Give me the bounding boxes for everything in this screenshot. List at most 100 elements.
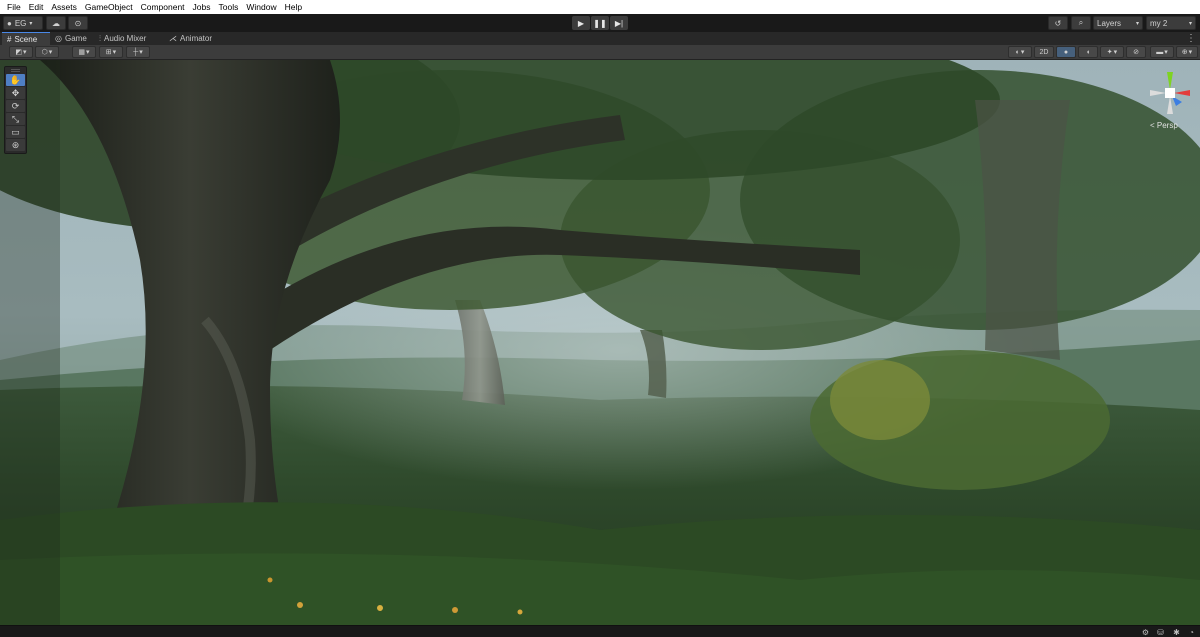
rotate-tool-button[interactable]: ⟳ xyxy=(6,100,25,112)
transform-tool-button[interactable]: ⊛ xyxy=(6,139,25,151)
menu-edit[interactable]: Edit xyxy=(25,0,48,14)
toggle-2d-button[interactable]: 2D xyxy=(1034,46,1054,58)
main-toolbar: ● EG ▾ ☁ ⊙ ▶ ❚❚ ▶| ↺ ⌕ Layers ▾ my 2 ▾ xyxy=(0,14,1200,32)
snap-icon: ⊞ xyxy=(105,49,112,56)
hand-tool-icon: ✋ xyxy=(9,74,22,85)
grid-icon: ▦ xyxy=(78,49,86,56)
overlay-grip[interactable] xyxy=(11,69,20,72)
pivot-dropdown[interactable]: ┼ ▾ xyxy=(126,46,150,58)
chevron-down-icon: ▾ xyxy=(1164,49,1168,56)
tab-scene[interactable]: # Scene xyxy=(2,32,50,45)
chevron-down-icon: ▾ xyxy=(1135,20,1139,27)
camera-icon: ▬ xyxy=(1156,48,1164,56)
audio-toggle[interactable]: ◖ xyxy=(1078,46,1098,58)
cloud-icon: ☁ xyxy=(52,18,60,28)
notification-icon[interactable]: ◔ xyxy=(1186,627,1197,637)
layers-dropdown[interactable]: Layers ▾ xyxy=(1093,16,1143,30)
cube-icon: ⬡ xyxy=(41,49,48,56)
tab-game[interactable]: ◎ Game xyxy=(50,32,92,45)
menu-gameobject[interactable]: GameObject xyxy=(81,0,137,14)
render-mode-dropdown[interactable]: ⬡ ▾ xyxy=(35,46,59,58)
pause-button[interactable]: ❚❚ xyxy=(591,16,609,30)
camera-dropdown[interactable]: ▬ ▾ xyxy=(1150,46,1174,58)
tab-audio-mixer[interactable]: ⫶ Audio Mixer xyxy=(94,32,151,45)
debug-icon[interactable]: ✱ xyxy=(1171,627,1182,637)
play-button[interactable]: ▶ xyxy=(572,16,590,30)
history-icon: ↺ xyxy=(1054,18,1062,28)
tab-animator[interactable]: ⋌ Animator xyxy=(164,32,217,45)
tab-label: Audio Mixer xyxy=(104,34,147,43)
effects-dropdown[interactable]: ✦ ▾ xyxy=(1100,46,1124,58)
gizmos-icon: ⊕ xyxy=(1181,49,1188,56)
chevron-down-icon: ▾ xyxy=(139,49,143,56)
snap-increment-dropdown[interactable]: ⊞ ▾ xyxy=(99,46,123,58)
account-icon: ● xyxy=(7,18,12,28)
transform-tool-icon: ⊛ xyxy=(11,139,20,150)
scale-tool-icon: ⤡ xyxy=(11,113,20,124)
chevron-down-icon: ▾ xyxy=(112,49,117,56)
undo-history-button[interactable]: ↺ xyxy=(1048,16,1068,30)
menu-tools[interactable]: Tools xyxy=(215,0,243,14)
animator-icon: ⋌ xyxy=(169,34,177,43)
mode-2d-label: 2D xyxy=(1039,48,1049,56)
more-options-icon[interactable]: ⋮ xyxy=(1186,32,1196,45)
hidden-objects-toggle[interactable]: ⊘ xyxy=(1126,46,1146,58)
account-label: EG xyxy=(14,18,27,28)
menu-component[interactable]: Component xyxy=(137,0,189,14)
playback-controls: ▶ ❚❚ ▶| xyxy=(572,16,628,30)
grid-snap-dropdown[interactable]: ▦ ▾ xyxy=(72,46,96,58)
menu-file[interactable]: File xyxy=(3,0,25,14)
menu-bar: File Edit Assets GameObject Component Jo… xyxy=(0,0,1200,14)
scale-tool-button[interactable]: ⤡ xyxy=(6,113,25,125)
collab-icon: ⊙ xyxy=(74,18,82,28)
collab-button[interactable]: ⊙ xyxy=(68,16,88,30)
scene-toolbar: ◩ ▾ ⬡ ▾ ▦ ▾ ⊞ ▾ ┼ ▾ ◐ ▾ 2D ● ◖ ✦ ▾ ⊘ ▬ ▾ ⊕ ▾ xyxy=(0,45,1200,60)
ruler-icon: ┼ xyxy=(133,48,139,56)
forest-scene-render xyxy=(0,60,1200,625)
chevron-down-icon: ▾ xyxy=(48,49,53,56)
eye-off-icon: ⊘ xyxy=(1133,49,1139,56)
shading-mode-dropdown[interactable]: ◐ ▾ xyxy=(1008,46,1032,58)
menu-help[interactable]: Help xyxy=(281,0,306,14)
chevron-down-icon: ▾ xyxy=(1113,49,1118,56)
rect-tool-button[interactable]: ▭ xyxy=(6,126,25,138)
scene-tools-overlay: ✋ ✥ ⟳ ⤡ ▭ ⊛ xyxy=(4,66,27,154)
menu-assets[interactable]: Assets xyxy=(47,0,81,14)
lighting-toggle[interactable]: ● xyxy=(1056,46,1076,58)
pause-icon: ❚❚ xyxy=(593,18,607,28)
gizmos-dropdown[interactable]: ⊕ ▾ xyxy=(1176,46,1198,58)
move-tool-icon: ✥ xyxy=(11,87,20,98)
effects-icon: ✦ xyxy=(1106,49,1113,56)
projection-label[interactable]: < Persp xyxy=(1150,121,1178,130)
speaker-icon: ◖ xyxy=(1085,48,1091,56)
account-dropdown[interactable]: ● EG ▾ xyxy=(3,16,43,30)
layers-label: Layers xyxy=(1097,18,1122,28)
mixer-icon: ⫶ xyxy=(99,33,101,43)
scene-viewport[interactable] xyxy=(0,60,1200,625)
menu-jobs[interactable]: Jobs xyxy=(189,0,215,14)
draw-mode-dropdown[interactable]: ◩ ▾ xyxy=(9,46,33,58)
chevron-down-icon: ▾ xyxy=(1188,20,1192,27)
hand-tool-button[interactable]: ✋ xyxy=(6,74,25,86)
rotate-tool-icon: ⟳ xyxy=(11,100,20,111)
play-icon: ▶ xyxy=(577,18,585,28)
tab-label: Game xyxy=(64,34,87,43)
move-tool-button[interactable]: ✥ xyxy=(6,87,25,99)
chevron-down-icon: ▾ xyxy=(1188,49,1193,56)
layout-label: my 2 xyxy=(1150,18,1168,28)
menu-window[interactable]: Window xyxy=(242,0,280,14)
shaded-icon: ◩ xyxy=(15,49,23,56)
rect-tool-icon: ▭ xyxy=(11,126,20,137)
chevron-down-icon: ▾ xyxy=(1020,49,1025,56)
chevron-down-icon: ▾ xyxy=(23,49,27,56)
status-bar: ⚙ ⛁ ✱ ◔ xyxy=(0,625,1200,637)
cloud-button[interactable]: ☁ xyxy=(46,16,66,30)
search-button[interactable]: ⌕ xyxy=(1071,16,1091,30)
hash-icon: # xyxy=(7,34,12,44)
layout-dropdown[interactable]: my 2 ▾ xyxy=(1146,16,1196,30)
cache-icon[interactable]: ⛁ xyxy=(1155,627,1166,637)
step-button[interactable]: ▶| xyxy=(610,16,628,30)
progress-icon[interactable]: ⚙ xyxy=(1140,627,1151,637)
chevron-down-icon: ▾ xyxy=(86,49,90,56)
step-icon: ▶| xyxy=(614,18,624,28)
